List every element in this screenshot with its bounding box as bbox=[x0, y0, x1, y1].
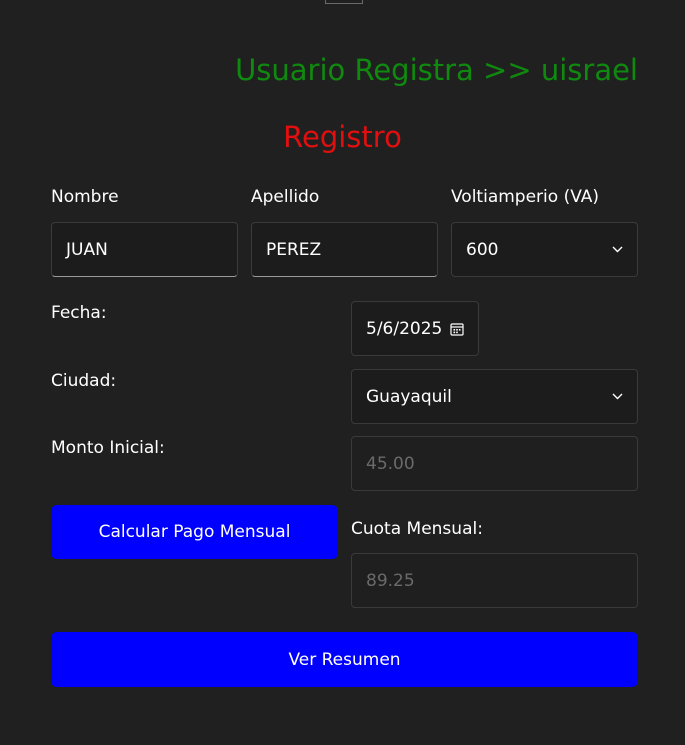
apellido-value: PEREZ bbox=[266, 239, 322, 260]
monto-inicial-input[interactable]: 45.00 bbox=[351, 436, 638, 491]
monto-inicial-label: Monto Inicial: bbox=[51, 438, 165, 458]
page-header-title: Usuario Registra >> uisrael bbox=[235, 53, 638, 87]
chevron-down-icon bbox=[611, 391, 623, 403]
cuota-mensual-input[interactable]: 89.25 bbox=[351, 553, 638, 608]
apellido-input[interactable]: PEREZ bbox=[251, 222, 438, 277]
chevron-down-icon bbox=[611, 244, 623, 256]
ciudad-select[interactable]: Guayaquil bbox=[351, 369, 638, 424]
fecha-date-input[interactable]: 5/6/2025 bbox=[351, 301, 479, 356]
form-title: Registro bbox=[283, 120, 402, 154]
cuota-mensual-value: 89.25 bbox=[366, 570, 415, 591]
voltiamperio-value: 600 bbox=[466, 239, 499, 260]
ciudad-value: Guayaquil bbox=[366, 386, 452, 407]
cuota-mensual-label: Cuota Mensual: bbox=[351, 519, 483, 539]
voltiamperio-select[interactable]: 600 bbox=[451, 222, 638, 277]
calcular-pago-mensual-button[interactable]: Calcular Pago Mensual bbox=[51, 505, 338, 559]
top-edge-frame bbox=[325, 0, 363, 4]
calendar-icon[interactable] bbox=[442, 322, 464, 336]
nombre-label: Nombre bbox=[51, 187, 119, 207]
apellido-label: Apellido bbox=[251, 187, 320, 207]
nombre-value: JUAN bbox=[66, 239, 108, 260]
ver-resumen-button[interactable]: Ver Resumen bbox=[51, 632, 638, 687]
fecha-label: Fecha: bbox=[51, 303, 107, 323]
fecha-value: 5/6/2025 bbox=[366, 318, 443, 339]
nombre-input[interactable]: JUAN bbox=[51, 222, 238, 277]
ciudad-label: Ciudad: bbox=[51, 371, 117, 391]
monto-inicial-value: 45.00 bbox=[366, 453, 415, 474]
voltiamperio-label: Voltiamperio (VA) bbox=[451, 187, 600, 207]
